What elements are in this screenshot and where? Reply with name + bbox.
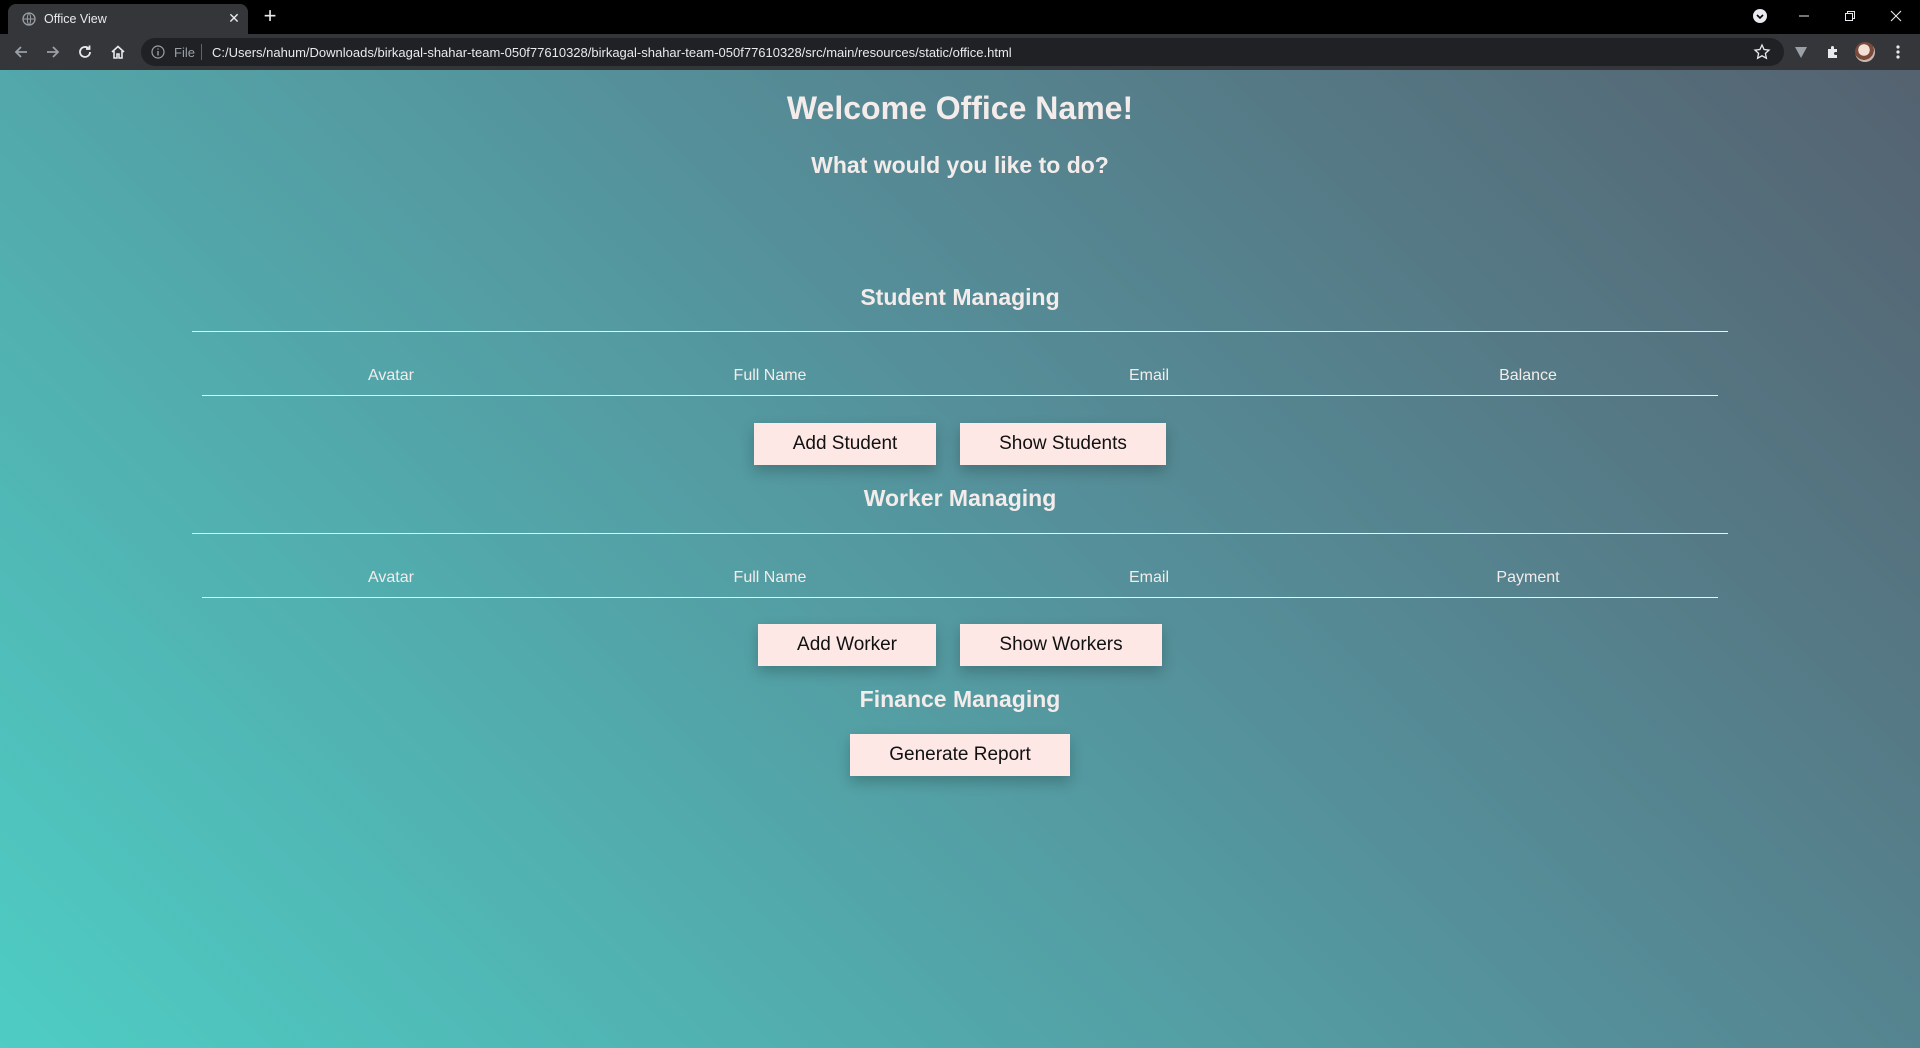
page-title: Welcome Office Name! bbox=[786, 90, 1134, 126]
column-header-payment: Payment bbox=[1496, 569, 1560, 586]
student-table-divider bbox=[202, 395, 1718, 396]
tab-title: Office View bbox=[44, 12, 107, 26]
column-header-balance: Balance bbox=[1499, 367, 1557, 384]
column-header-email: Email bbox=[1128, 569, 1169, 586]
column-header-full-name: Full Name bbox=[733, 569, 807, 586]
close-icon bbox=[1890, 10, 1902, 22]
worker-table-divider bbox=[202, 597, 1718, 598]
info-icon[interactable] bbox=[151, 45, 165, 59]
address-bar[interactable]: File C:/Users/nahum/Downloads/birkagal-s… bbox=[141, 38, 1784, 66]
minimize-icon bbox=[1799, 15, 1809, 17]
page-subtitle: What would you like to do? bbox=[811, 152, 1109, 178]
page-body: Welcome Office Name! What would you like… bbox=[0, 70, 1920, 1048]
url-text[interactable]: C:/Users/nahum/Downloads/birkagal-shahar… bbox=[212, 45, 1012, 60]
worker-section-title: Worker Managing bbox=[863, 485, 1057, 511]
browser-toolbar: File C:/Users/nahum/Downloads/birkagal-s… bbox=[0, 34, 1920, 70]
reload-icon bbox=[79, 45, 91, 58]
close-window-button[interactable] bbox=[1873, 0, 1919, 32]
forward-button[interactable] bbox=[42, 41, 64, 63]
student-section-title: Student Managing bbox=[860, 284, 1060, 310]
restore-icon bbox=[1845, 11, 1855, 21]
column-header-avatar: Avatar bbox=[368, 569, 414, 586]
tab-close-icon[interactable]: ✕ bbox=[226, 10, 242, 26]
home-icon bbox=[111, 45, 125, 59]
show-workers-button[interactable]: Show Workers bbox=[960, 624, 1162, 666]
column-header-avatar: Avatar bbox=[368, 367, 414, 384]
arrow-right-icon bbox=[47, 46, 60, 58]
restore-button[interactable] bbox=[1827, 0, 1873, 32]
arrow-left-icon bbox=[14, 46, 27, 58]
column-header-email: Email bbox=[1128, 367, 1169, 384]
scheme-label: File bbox=[174, 45, 195, 60]
bookmark-star-icon[interactable] bbox=[1753, 43, 1771, 61]
new-tab-button[interactable]: + bbox=[259, 5, 281, 28]
worker-section-divider bbox=[192, 533, 1728, 534]
active-tab[interactable]: Office View ✕ bbox=[8, 4, 248, 34]
student-section-divider bbox=[192, 331, 1728, 332]
menu-button[interactable] bbox=[1888, 42, 1908, 62]
profile-avatar[interactable] bbox=[1855, 42, 1875, 62]
extension-v-button[interactable] bbox=[1791, 42, 1811, 62]
puzzle-icon bbox=[1828, 46, 1837, 58]
minimize-button[interactable] bbox=[1781, 0, 1827, 32]
tab-search-icon[interactable] bbox=[1752, 8, 1768, 24]
home-button[interactable] bbox=[107, 41, 129, 63]
generate-report-button[interactable]: Generate Report bbox=[850, 734, 1070, 776]
add-student-button[interactable]: Add Student bbox=[754, 423, 936, 465]
vimium-icon bbox=[1795, 47, 1807, 58]
reload-button[interactable] bbox=[74, 41, 96, 63]
back-button[interactable] bbox=[10, 41, 32, 63]
extensions-button[interactable] bbox=[1823, 42, 1843, 62]
kebab-menu-icon bbox=[1896, 45, 1900, 59]
column-header-full-name: Full Name bbox=[733, 367, 807, 384]
show-students-button[interactable]: Show Students bbox=[960, 423, 1166, 465]
tab-strip: Office View ✕ + bbox=[0, 0, 1920, 34]
globe-icon bbox=[22, 12, 36, 26]
add-worker-button[interactable]: Add Worker bbox=[758, 624, 936, 666]
omnibox-separator bbox=[201, 44, 202, 60]
finance-section-title: Finance Managing bbox=[859, 686, 1061, 712]
